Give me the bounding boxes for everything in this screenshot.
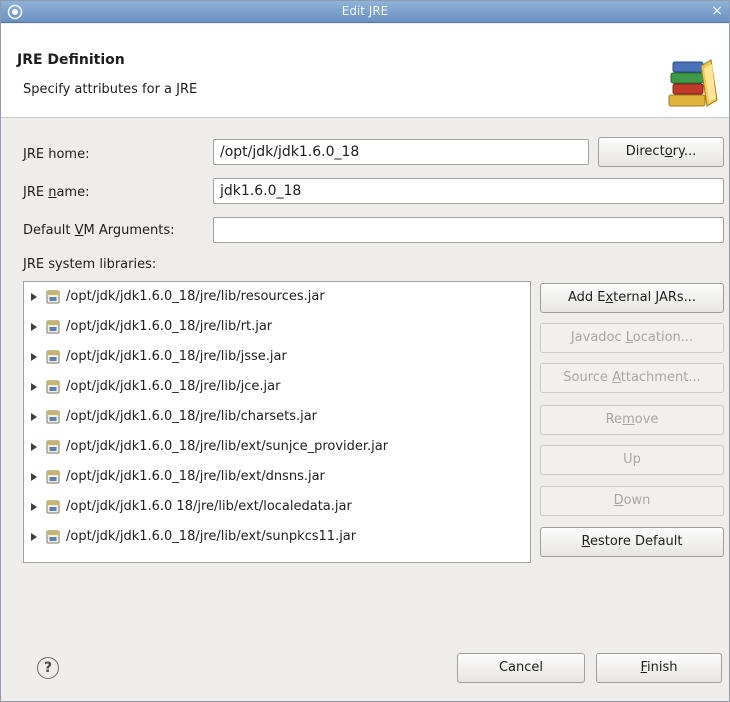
- library-books-icon: [668, 59, 718, 107]
- button-mnemonic: o: [664, 144, 673, 159]
- jar-icon: [46, 530, 60, 544]
- button-text: ry...: [672, 144, 697, 159]
- expand-arrow-icon[interactable]: [31, 383, 37, 391]
- dialog-header: JRE Definition Specify attributes for a …: [1, 24, 729, 118]
- expand-arrow-icon[interactable]: [31, 353, 37, 361]
- library-path: /opt/jdk/jdk1.6.0_18/jre/lib/ext/sunjce_…: [66, 439, 389, 454]
- directory-button[interactable]: Directory...: [598, 137, 724, 167]
- jar-icon: [46, 290, 60, 304]
- button-text: Javadoc: [570, 330, 626, 345]
- jar-icon: [46, 500, 60, 514]
- label-text: JRE: [23, 185, 49, 200]
- source-attachment-button[interactable]: Source Attachment...: [540, 363, 724, 393]
- edit-jre-dialog: Edit JRE × JRE Definition Specify attrib…: [0, 0, 730, 702]
- button-text: Direct: [625, 144, 665, 159]
- button-text: Add E: [567, 290, 606, 305]
- expand-arrow-icon[interactable]: [31, 323, 37, 331]
- system-libraries-label: JRE system libraries:: [23, 257, 157, 272]
- label-mnemonic: V: [74, 223, 84, 238]
- jre-home-field[interactable]: /opt/jdk/jdk1.6.0_18: [213, 139, 589, 165]
- jar-icon: [46, 470, 60, 484]
- library-path: /opt/jdk/jdk1.6.0_18/jre/lib/charsets.ja…: [66, 409, 318, 424]
- title-bar: Edit JRE ×: [1, 1, 729, 23]
- library-path: /opt/jdk/jdk1.6.0_18/jre/lib/resources.j…: [66, 289, 325, 304]
- button-text: Re: [605, 412, 623, 427]
- header-title: JRE Definition: [17, 52, 125, 68]
- button-text: Cancel: [498, 660, 544, 675]
- finish-button[interactable]: Finish: [596, 653, 722, 683]
- up-button[interactable]: Up: [540, 445, 724, 475]
- expand-arrow-icon[interactable]: [31, 503, 37, 511]
- jar-icon: [46, 320, 60, 334]
- button-text: ocation...: [632, 330, 694, 345]
- window-title: Edit JRE: [341, 4, 389, 18]
- close-icon[interactable]: ×: [711, 3, 723, 19]
- library-path: /opt/jdk/jdk1.6.0_18/jre/lib/jce.jar: [66, 379, 281, 394]
- library-row[interactable]: /opt/jdk/jdk1.6.0_18/jre/lib/charsets.ja…: [24, 402, 530, 432]
- expand-arrow-icon[interactable]: [31, 443, 37, 451]
- header-description: Specify attributes for a JRE: [23, 82, 198, 97]
- down-button[interactable]: Down: [540, 486, 724, 516]
- button-text: Source: [563, 370, 613, 385]
- jre-name-label: JRE name:: [23, 185, 89, 200]
- add-external-jars-button[interactable]: Add External JARs...: [540, 283, 724, 313]
- library-row[interactable]: /opt/jdk/jdk1.6.0_18/jre/lib/ext/sunpkcs…: [24, 522, 530, 552]
- jre-home-label: JRE home:: [23, 147, 89, 162]
- expand-arrow-icon[interactable]: [31, 413, 37, 421]
- jar-icon: [46, 350, 60, 364]
- jar-icon: [46, 380, 60, 394]
- library-path: /opt/jdk/jdk1.6.0_18/jre/lib/ext/sunpkcs…: [66, 529, 357, 544]
- button-text: estore Default: [589, 534, 683, 549]
- button-text: own: [623, 493, 651, 508]
- vm-arguments-label: Default VM Arguments:: [23, 223, 175, 238]
- vm-arguments-field[interactable]: [213, 217, 724, 243]
- expand-arrow-icon[interactable]: [31, 533, 37, 541]
- library-row[interactable]: /opt/jdk/jdk1.6.0 18/jre/lib/ext/localed…: [24, 492, 530, 522]
- library-path: /opt/jdk/jdk1.6.0_18/jre/lib/jsse.jar: [66, 349, 287, 364]
- library-row[interactable]: /opt/jdk/jdk1.6.0_18/jre/lib/rt.jar: [24, 312, 530, 342]
- library-row[interactable]: /opt/jdk/jdk1.6.0_18/jre/lib/ext/dnsns.j…: [24, 462, 530, 492]
- button-mnemonic: m: [622, 412, 635, 427]
- library-path: /opt/jdk/jdk1.6.0 18/jre/lib/ext/localed…: [66, 499, 352, 514]
- label-text: ame:: [56, 185, 90, 200]
- restore-default-button[interactable]: Restore Default: [540, 527, 724, 557]
- button-text: ttachment...: [620, 370, 701, 385]
- library-row[interactable]: /opt/jdk/jdk1.6.0_18/jre/lib/jsse.jar: [24, 342, 530, 372]
- button-text: ternal JARs...: [613, 290, 697, 305]
- help-icon[interactable]: ?: [37, 657, 59, 679]
- library-path: /opt/jdk/jdk1.6.0_18/jre/lib/rt.jar: [66, 319, 273, 334]
- expand-arrow-icon[interactable]: [31, 473, 37, 481]
- label-text: Default: [23, 223, 75, 238]
- system-libraries-list[interactable]: /opt/jdk/jdk1.6.0_18/jre/lib/resources.j…: [23, 281, 531, 563]
- library-row[interactable]: /opt/jdk/jdk1.6.0_18/jre/lib/ext/sunjce_…: [24, 432, 530, 462]
- cancel-button[interactable]: Cancel: [457, 653, 585, 683]
- label-text: RE home:: [26, 147, 90, 162]
- jar-icon: [46, 410, 60, 424]
- library-path: /opt/jdk/jdk1.6.0_18/jre/lib/ext/dnsns.j…: [66, 469, 325, 484]
- button-mnemonic: R: [581, 534, 590, 549]
- label-text: M Arguments:: [83, 223, 175, 238]
- button-text: Up: [623, 452, 641, 467]
- button-mnemonic: L: [625, 330, 633, 345]
- button-text: inish: [647, 660, 678, 675]
- button-mnemonic: D: [613, 493, 624, 508]
- remove-button[interactable]: Remove: [540, 405, 724, 435]
- javadoc-location-button[interactable]: Javadoc Location...: [540, 323, 724, 353]
- button-mnemonic: A: [612, 370, 621, 385]
- library-row[interactable]: /opt/jdk/jdk1.6.0_18/jre/lib/jce.jar: [24, 372, 530, 402]
- jre-name-field[interactable]: jdk1.6.0_18: [213, 178, 724, 204]
- expand-arrow-icon[interactable]: [31, 293, 37, 301]
- library-row[interactable]: /opt/jdk/jdk1.6.0_18/jre/lib/resources.j…: [24, 282, 530, 312]
- button-text: ove: [634, 412, 659, 427]
- jar-icon: [46, 440, 60, 454]
